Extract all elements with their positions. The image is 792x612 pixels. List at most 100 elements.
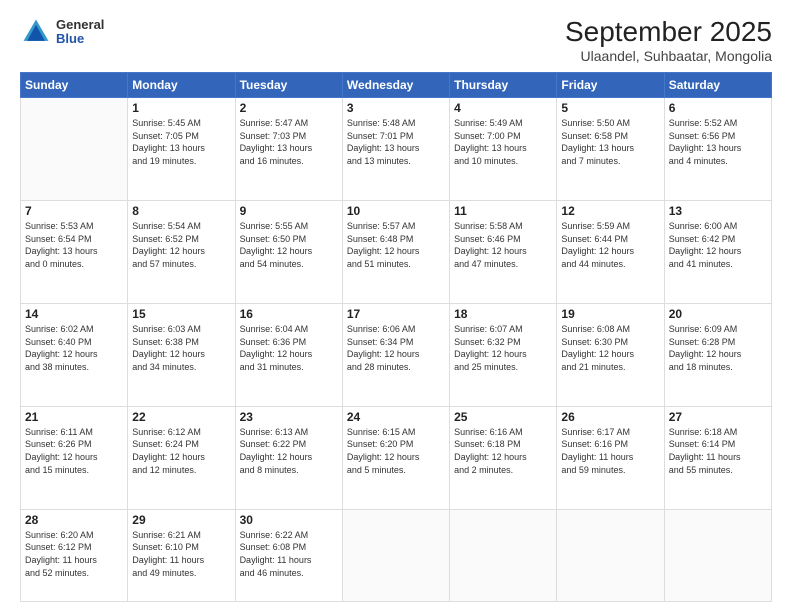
calendar-cell: 26 Sunrise: 6:17 AMSunset: 6:16 PMDayligh… [557,406,664,509]
day-info: Sunrise: 6:15 AMSunset: 6:20 PMDaylight:… [347,426,445,476]
day-number: 22 [132,410,230,424]
day-info: Sunrise: 6:09 AMSunset: 6:28 PMDaylight:… [669,323,767,373]
calendar-cell [21,98,128,201]
day-number: 24 [347,410,445,424]
day-number: 11 [454,204,552,218]
day-info: Sunrise: 6:03 AMSunset: 6:38 PMDaylight:… [132,323,230,373]
day-info: Sunrise: 6:07 AMSunset: 6:32 PMDaylight:… [454,323,552,373]
day-number: 4 [454,101,552,115]
calendar-cell: 13 Sunrise: 6:00 AMSunset: 6:42 PMDayligh… [664,200,771,303]
day-info: Sunrise: 6:17 AMSunset: 6:16 PMDaylight:… [561,426,659,476]
day-info: Sunrise: 5:59 AMSunset: 6:44 PMDaylight:… [561,220,659,270]
day-info: Sunrise: 6:02 AMSunset: 6:40 PMDaylight:… [25,323,123,373]
day-number: 17 [347,307,445,321]
day-info: Sunrise: 5:52 AMSunset: 6:56 PMDaylight:… [669,117,767,167]
day-info: Sunrise: 5:48 AMSunset: 7:01 PMDaylight:… [347,117,445,167]
day-number: 13 [669,204,767,218]
day-info: Sunrise: 6:20 AMSunset: 6:12 PMDaylight:… [25,529,123,579]
calendar-header-monday: Monday [128,73,235,98]
day-info: Sunrise: 6:04 AMSunset: 6:36 PMDaylight:… [240,323,338,373]
day-number: 20 [669,307,767,321]
calendar-header-row: SundayMondayTuesdayWednesdayThursdayFrid… [21,73,772,98]
day-info: Sunrise: 6:18 AMSunset: 6:14 PMDaylight:… [669,426,767,476]
page-title: September 2025 [565,16,772,48]
calendar-week-row: 28 Sunrise: 6:20 AMSunset: 6:12 PMDayligh… [21,509,772,601]
calendar-cell: 27 Sunrise: 6:18 AMSunset: 6:14 PMDayligh… [664,406,771,509]
calendar-cell: 23Sunrise: 6:13 AMSunset: 6:22 PMDayligh… [235,406,342,509]
page: General Blue September 2025 Ulaandel, Su… [0,0,792,612]
calendar-cell: 7Sunrise: 5:53 AMSunset: 6:54 PMDaylight… [21,200,128,303]
day-number: 2 [240,101,338,115]
calendar-cell: 2 Sunrise: 5:47 AMSunset: 7:03 PMDaylight… [235,98,342,201]
day-number: 14 [25,307,123,321]
logo-blue: Blue [56,32,104,46]
calendar-cell: 17 Sunrise: 6:06 AMSunset: 6:34 PMDayligh… [342,303,449,406]
title-block: September 2025 Ulaandel, Suhbaatar, Mong… [565,16,772,64]
calendar-cell: 19 Sunrise: 6:08 AMSunset: 6:30 PMDayligh… [557,303,664,406]
day-info: Sunrise: 5:55 AMSunset: 6:50 PMDaylight:… [240,220,338,270]
logo-general: General [56,18,104,32]
logo-icon [20,16,52,48]
day-number: 29 [132,513,230,527]
day-info: Sunrise: 6:08 AMSunset: 6:30 PMDaylight:… [561,323,659,373]
day-info: Sunrise: 5:45 AMSunset: 7:05 PMDaylight:… [132,117,230,167]
calendar-cell [557,509,664,601]
day-info: Sunrise: 5:47 AMSunset: 7:03 PMDaylight:… [240,117,338,167]
day-number: 26 [561,410,659,424]
day-number: 8 [132,204,230,218]
day-number: 1 [132,101,230,115]
day-info: Sunrise: 6:12 AMSunset: 6:24 PMDaylight:… [132,426,230,476]
day-number: 9 [240,204,338,218]
day-info: Sunrise: 6:06 AMSunset: 6:34 PMDaylight:… [347,323,445,373]
day-info: Sunrise: 6:22 AMSunset: 6:08 PMDaylight:… [240,529,338,579]
calendar-cell: 16 Sunrise: 6:04 AMSunset: 6:36 PMDayligh… [235,303,342,406]
day-info: Sunrise: 5:49 AMSunset: 7:00 PMDaylight:… [454,117,552,167]
day-number: 18 [454,307,552,321]
page-subtitle: Ulaandel, Suhbaatar, Mongolia [565,48,772,64]
day-number: 28 [25,513,123,527]
day-info: Sunrise: 6:16 AMSunset: 6:18 PMDaylight:… [454,426,552,476]
day-number: 21 [25,410,123,424]
calendar-cell: 1 Sunrise: 5:45 AMSunset: 7:05 PMDaylight… [128,98,235,201]
calendar-cell: 24 Sunrise: 6:15 AMSunset: 6:20 PMDayligh… [342,406,449,509]
day-info: Sunrise: 5:53 AMSunset: 6:54 PMDaylight:… [25,220,123,270]
day-number: 16 [240,307,338,321]
calendar-cell: 30Sunrise: 6:22 AMSunset: 6:08 PMDayligh… [235,509,342,601]
calendar-week-row: 1 Sunrise: 5:45 AMSunset: 7:05 PMDaylight… [21,98,772,201]
logo: General Blue [20,16,104,48]
day-number: 3 [347,101,445,115]
day-number: 10 [347,204,445,218]
calendar-header-saturday: Saturday [664,73,771,98]
calendar-cell: 11Sunrise: 5:58 AMSunset: 6:46 PMDayligh… [450,200,557,303]
calendar-cell: 20 Sunrise: 6:09 AMSunset: 6:28 PMDayligh… [664,303,771,406]
day-info: Sunrise: 6:11 AMSunset: 6:26 PMDaylight:… [25,426,123,476]
calendar-week-row: 21 Sunrise: 6:11 AMSunset: 6:26 PMDayligh… [21,406,772,509]
calendar-cell [450,509,557,601]
day-number: 23 [240,410,338,424]
calendar-cell: 3 Sunrise: 5:48 AMSunset: 7:01 PMDaylight… [342,98,449,201]
day-number: 5 [561,101,659,115]
day-info: Sunrise: 5:57 AMSunset: 6:48 PMDaylight:… [347,220,445,270]
calendar-cell: 4 Sunrise: 5:49 AMSunset: 7:00 PMDaylight… [450,98,557,201]
logo-text: General Blue [56,18,104,47]
calendar-cell: 21 Sunrise: 6:11 AMSunset: 6:26 PMDayligh… [21,406,128,509]
day-number: 19 [561,307,659,321]
day-number: 15 [132,307,230,321]
calendar-cell: 28 Sunrise: 6:20 AMSunset: 6:12 PMDayligh… [21,509,128,601]
calendar-header-thursday: Thursday [450,73,557,98]
calendar-table: SundayMondayTuesdayWednesdayThursdayFrid… [20,72,772,602]
calendar-cell: 6 Sunrise: 5:52 AMSunset: 6:56 PMDaylight… [664,98,771,201]
calendar-cell: 5Sunrise: 5:50 AMSunset: 6:58 PMDaylight… [557,98,664,201]
calendar-cell: 15 Sunrise: 6:03 AMSunset: 6:38 PMDayligh… [128,303,235,406]
calendar-header-sunday: Sunday [21,73,128,98]
calendar-cell: 10 Sunrise: 5:57 AMSunset: 6:48 PMDayligh… [342,200,449,303]
day-number: 6 [669,101,767,115]
calendar-header-wednesday: Wednesday [342,73,449,98]
header: General Blue September 2025 Ulaandel, Su… [20,16,772,64]
day-number: 27 [669,410,767,424]
calendar-cell: 12Sunrise: 5:59 AMSunset: 6:44 PMDayligh… [557,200,664,303]
calendar-cell: 8 Sunrise: 5:54 AMSunset: 6:52 PMDaylight… [128,200,235,303]
day-info: Sunrise: 6:00 AMSunset: 6:42 PMDaylight:… [669,220,767,270]
day-info: Sunrise: 5:54 AMSunset: 6:52 PMDaylight:… [132,220,230,270]
day-number: 25 [454,410,552,424]
